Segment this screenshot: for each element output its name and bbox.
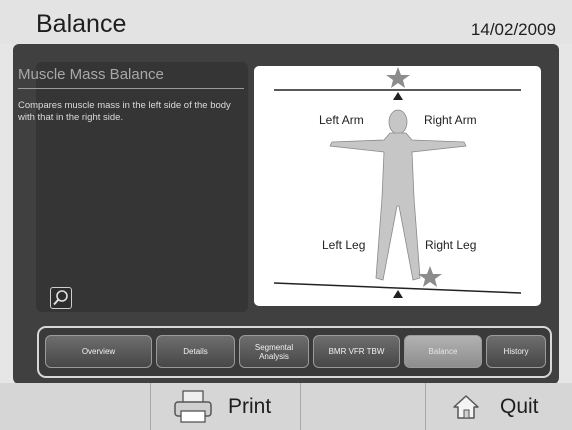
lower-balance-pointer xyxy=(393,290,403,298)
home-icon xyxy=(453,394,479,419)
print-control[interactable]: Print xyxy=(172,383,271,430)
zoom-button[interactable] xyxy=(50,287,72,309)
upper-balance-star xyxy=(386,67,410,88)
tab-details[interactable]: Details xyxy=(156,335,235,368)
tab-overview[interactable]: Overview xyxy=(45,335,152,368)
balance-figure xyxy=(254,66,541,306)
footer-spacer xyxy=(300,383,425,430)
info-title: Muscle Mass Balance xyxy=(18,66,164,83)
upper-balance-pointer xyxy=(393,92,403,100)
right-arm-label: Right Arm xyxy=(424,113,477,127)
print-label: Print xyxy=(228,394,272,418)
info-divider xyxy=(18,88,244,89)
quit-label: Quit xyxy=(500,394,539,418)
magnifier-icon xyxy=(53,290,68,306)
quit-control[interactable]: Quit xyxy=(452,383,539,430)
lower-balance-star xyxy=(418,266,442,287)
info-description: Compares muscle mass in the left side of… xyxy=(18,100,231,123)
page-title: Balance xyxy=(36,10,127,38)
date-display: 14/02/2009 xyxy=(470,20,556,39)
left-arm-label: Left Arm xyxy=(319,113,364,127)
right-leg-label: Right Leg xyxy=(425,238,477,252)
body-silhouette xyxy=(329,109,467,281)
tab-segmental-analysis[interactable]: Segmental Analysis xyxy=(239,335,309,368)
printer-icon xyxy=(174,389,212,423)
tab-bmr-vfr-tbw[interactable]: BMR VFR TBW xyxy=(313,335,400,368)
tab-history[interactable]: History xyxy=(486,335,546,368)
left-leg-label: Left Leg xyxy=(322,238,366,252)
tab-balance[interactable]: Balance xyxy=(404,335,482,368)
